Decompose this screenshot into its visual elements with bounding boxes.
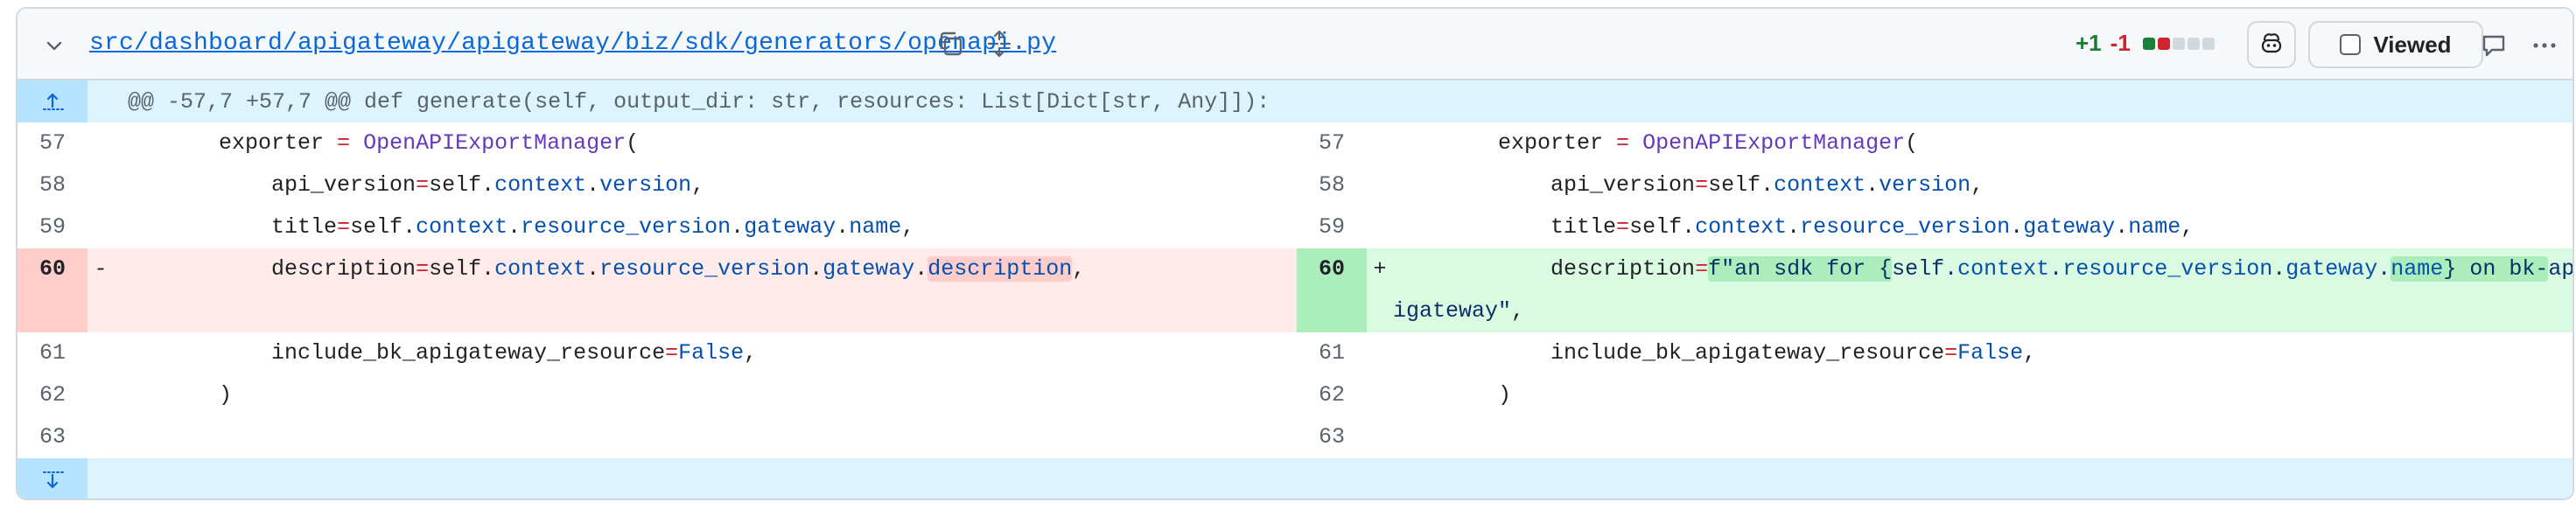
diff-sign: [88, 164, 114, 206]
viewed-toggle[interactable]: Viewed: [2308, 21, 2483, 68]
diffstat-blocks: [2142, 37, 2215, 50]
line-number[interactable]: 60: [1297, 248, 1367, 332]
line-number[interactable]: 63: [1297, 416, 1367, 458]
line-number[interactable]: 63: [18, 416, 88, 458]
diff-sign: [88, 374, 114, 416]
code-text: exporter = OpenAPIExportManager(: [114, 130, 640, 156]
line-number[interactable]: 59: [18, 206, 88, 248]
diffstat: +1 -1: [2076, 30, 2215, 57]
diff-line: 62 ): [18, 374, 1297, 416]
diffstat-block-neutral: [2202, 37, 2215, 50]
line-number[interactable]: 61: [1297, 332, 1367, 374]
diff-sign: [88, 416, 114, 458]
code-text: ): [114, 382, 233, 408]
viewed-checkbox[interactable]: [2340, 34, 2362, 55]
copilot-button[interactable]: [2247, 21, 2296, 68]
diff-sign: [88, 122, 114, 164]
copy-icon[interactable]: [934, 28, 966, 59]
right-pane: 57 exporter = OpenAPIExportManager( 58 a…: [1297, 122, 2574, 458]
code-text: description=self.context.resource_versio…: [114, 256, 1086, 282]
line-number[interactable]: 59: [1297, 206, 1367, 248]
expand-icon[interactable]: [984, 28, 1015, 59]
comment-icon[interactable]: [2480, 31, 2508, 64]
code-text: title=self.context.resource_version.gate…: [114, 214, 915, 240]
file-header: src/dashboard/apigateway/apigateway/biz/…: [18, 9, 2572, 80]
diff-line: 61 include_bk_apigateway_resource=False,: [18, 332, 1297, 374]
expand-down-row: [18, 458, 2572, 499]
diff-line: 58 api_version=self.context.version,: [18, 164, 1297, 206]
diffstat-block-neutral: [2187, 37, 2200, 50]
code-text: api_version=self.context.version,: [114, 172, 705, 198]
added-line: 60 + description=f"an sdk for {self.cont…: [1297, 248, 2574, 332]
hunk-header-text: @@ -57,7 +57,7 @@ def generate(self, out…: [128, 88, 1270, 115]
code-text: exporter = OpenAPIExportManager(: [1393, 130, 1919, 156]
diff-sign: [1367, 206, 1393, 248]
diffstat-block-add: [2142, 37, 2155, 50]
diff-sign: +: [1373, 256, 1387, 282]
diff-line: 57 exporter = OpenAPIExportManager(: [1297, 122, 2572, 164]
line-number[interactable]: 58: [1297, 164, 1367, 206]
diff-line: 59 title=self.context.resource_version.g…: [1297, 206, 2572, 248]
expand-up-icon[interactable]: [18, 80, 88, 122]
left-pane: 57 exporter = OpenAPIExportManager( 58 a…: [18, 122, 1297, 458]
diff-sign: [88, 332, 114, 374]
line-number[interactable]: 57: [1297, 122, 1367, 164]
diff-sign: [1367, 374, 1393, 416]
diff-line: 58 api_version=self.context.version,: [1297, 164, 2572, 206]
diff-line: 59 title=self.context.resource_version.g…: [18, 206, 1297, 248]
code-text: description=f"an sdk for {self.context.r…: [1393, 256, 2574, 324]
line-number[interactable]: 58: [18, 164, 88, 206]
diff-sign: [88, 206, 114, 248]
deletions-count: -1: [2110, 30, 2131, 56]
additions-count: +1: [2076, 30, 2102, 56]
diff-sign: [1367, 332, 1393, 374]
diff-line: 63: [1297, 416, 2572, 458]
line-number[interactable]: 57: [18, 122, 88, 164]
code-text: include_bk_apigateway_resource=False,: [114, 340, 758, 366]
code-text: api_version=self.context.version,: [1393, 172, 1984, 198]
diff-line: 63: [18, 416, 1297, 458]
code-text: title=self.context.resource_version.gate…: [1393, 214, 2194, 240]
kebab-icon[interactable]: [2530, 31, 2558, 64]
chevron-down-icon[interactable]: [44, 35, 65, 56]
copilot-icon: [2258, 30, 2285, 60]
diff-file: src/dashboard/apigateway/apigateway/biz/…: [16, 7, 2574, 500]
diff-sign: [1367, 164, 1393, 206]
line-number[interactable]: 61: [18, 332, 88, 374]
diff-sign: -: [94, 256, 108, 282]
expand-down-icon[interactable]: [18, 458, 88, 499]
diff-line: 57 exporter = OpenAPIExportManager(: [18, 122, 1297, 164]
diff-sign: [1367, 122, 1393, 164]
code-text: include_bk_apigateway_resource=False,: [1393, 340, 2037, 366]
diffstat-block-neutral: [2172, 37, 2185, 50]
deleted-line: 60 - description=self.context.resource_v…: [18, 248, 1297, 332]
diff-line: 61 include_bk_apigateway_resource=False,: [1297, 332, 2572, 374]
hunk-header-row: @@ -57,7 +57,7 @@ def generate(self, out…: [18, 80, 2572, 122]
file-path-link[interactable]: src/dashboard/apigateway/apigateway/biz/…: [89, 26, 1056, 61]
line-number[interactable]: 62: [1297, 374, 1367, 416]
line-number[interactable]: 62: [18, 374, 88, 416]
viewed-label: Viewed: [2373, 31, 2452, 58]
line-number[interactable]: 60: [18, 248, 88, 332]
code-text: ): [1393, 382, 1512, 408]
diffstat-block-del: [2157, 37, 2170, 50]
diff-sign: [1367, 416, 1393, 458]
diff-line: 62 ): [1297, 374, 2572, 416]
